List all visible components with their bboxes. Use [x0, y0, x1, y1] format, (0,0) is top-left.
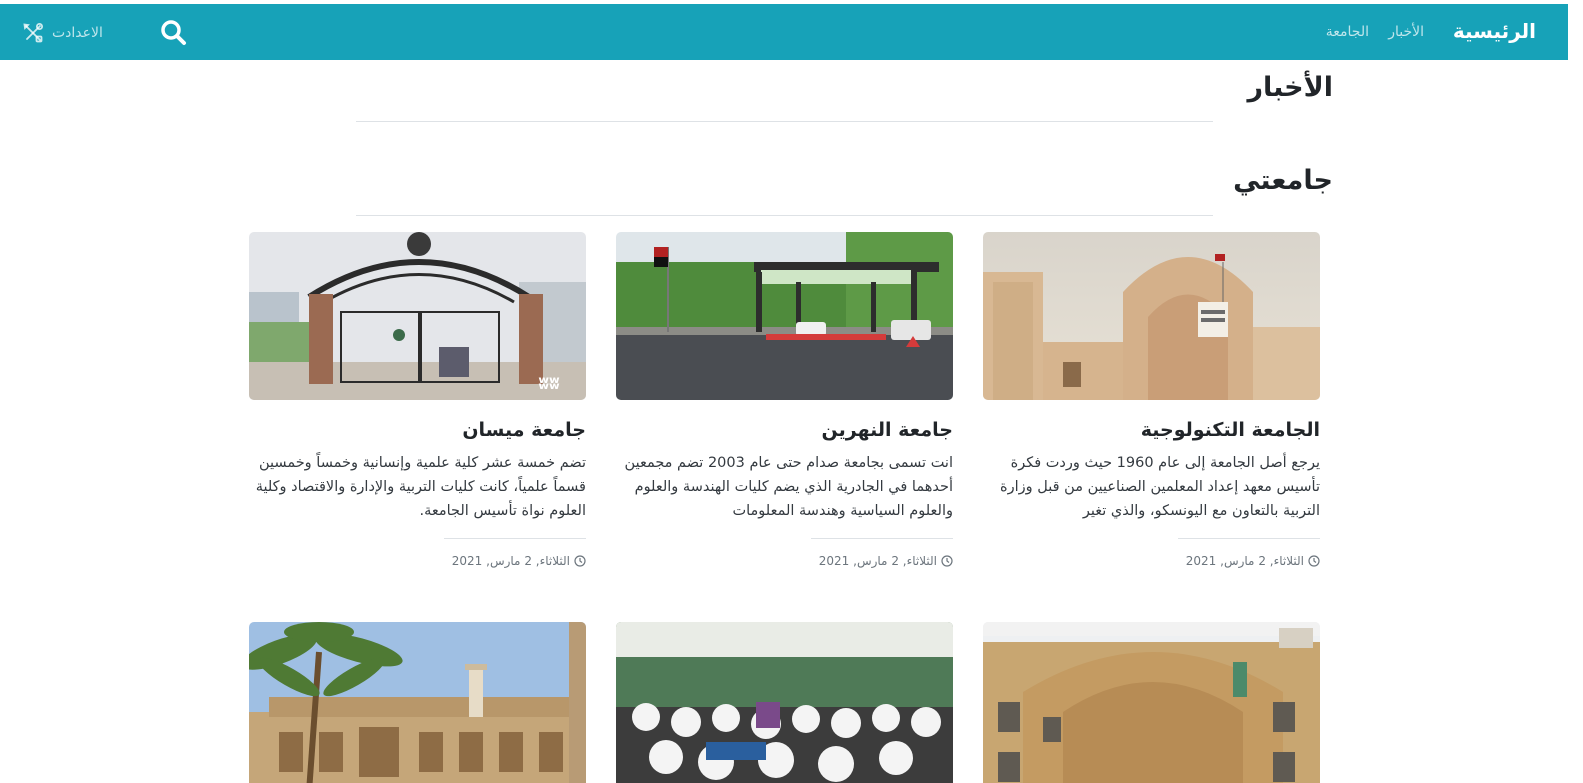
clock-icon [941, 555, 953, 567]
settings-label: الاعدادت [52, 25, 103, 41]
nav-news-link[interactable]: الأخبار [1388, 24, 1424, 40]
university-card[interactable] [983, 622, 1320, 783]
card-text: انت تسمى بجامعة صدام حتى عام 2003 تضم مج… [624, 455, 953, 519]
card-title[interactable]: الجامعة التكنولوجية [983, 417, 1320, 443]
card-divider [811, 538, 953, 539]
news-heading: الأخبار [1247, 72, 1333, 103]
card-image[interactable]: ʬʬ [249, 232, 586, 400]
card-date-text: الثلاثاء, 2 مارس, 2021 [451, 554, 570, 568]
search-icon[interactable] [158, 17, 190, 49]
card-image[interactable] [983, 232, 1320, 400]
top-navbar: الرئيسية الأخبار الجامعة الاعدادت [0, 4, 1568, 60]
clock-icon [574, 555, 586, 567]
clock-icon [1308, 555, 1320, 567]
university-card[interactable] [616, 622, 953, 783]
card-title[interactable]: جامعة النهرين [616, 417, 953, 443]
university-card[interactable]: ʬʬ جامعة ميسان تضم خمسة عشر كلية علمية و… [249, 232, 586, 568]
divider [356, 215, 1213, 216]
card-image[interactable] [616, 232, 953, 400]
settings-link[interactable]: الاعدادت [22, 22, 103, 44]
card-date: الثلاثاء, 2 مارس, 2021 [983, 554, 1320, 568]
card-divider [1178, 538, 1320, 539]
university-card[interactable]: جامعة النهرين انت تسمى بجامعة صدام حتى ع… [616, 232, 953, 568]
nav-home-link[interactable]: الرئيسية [1453, 19, 1536, 43]
card-image[interactable] [249, 622, 586, 783]
card-text: تضم خمسة عشر كلية علمية وإنسانية وخمساً … [255, 455, 586, 519]
divider [356, 121, 1213, 122]
card-image[interactable] [983, 622, 1320, 783]
university-card[interactable]: الجامعة التكنولوجية يرجع أصل الجامعة إلى… [983, 232, 1320, 568]
card-divider [444, 538, 586, 539]
tools-icon [22, 22, 44, 44]
card-title[interactable]: جامعة ميسان [249, 417, 586, 443]
svg-text:ʬʬ: ʬʬ [538, 373, 560, 394]
card-date: الثلاثاء, 2 مارس, 2021 [616, 554, 953, 568]
card-date-text: الثلاثاء, 2 مارس, 2021 [1185, 554, 1304, 568]
card-image[interactable] [616, 622, 953, 783]
card-date: الثلاثاء, 2 مارس, 2021 [249, 554, 586, 568]
nav-university-link[interactable]: الجامعة [1326, 24, 1369, 40]
university-heading: جامعتي [1233, 165, 1333, 196]
card-text: يرجع أصل الجامعة إلى عام 1960 حيث وردت ف… [1000, 455, 1320, 519]
card-date-text: الثلاثاء, 2 مارس, 2021 [818, 554, 937, 568]
university-card[interactable] [249, 622, 586, 783]
